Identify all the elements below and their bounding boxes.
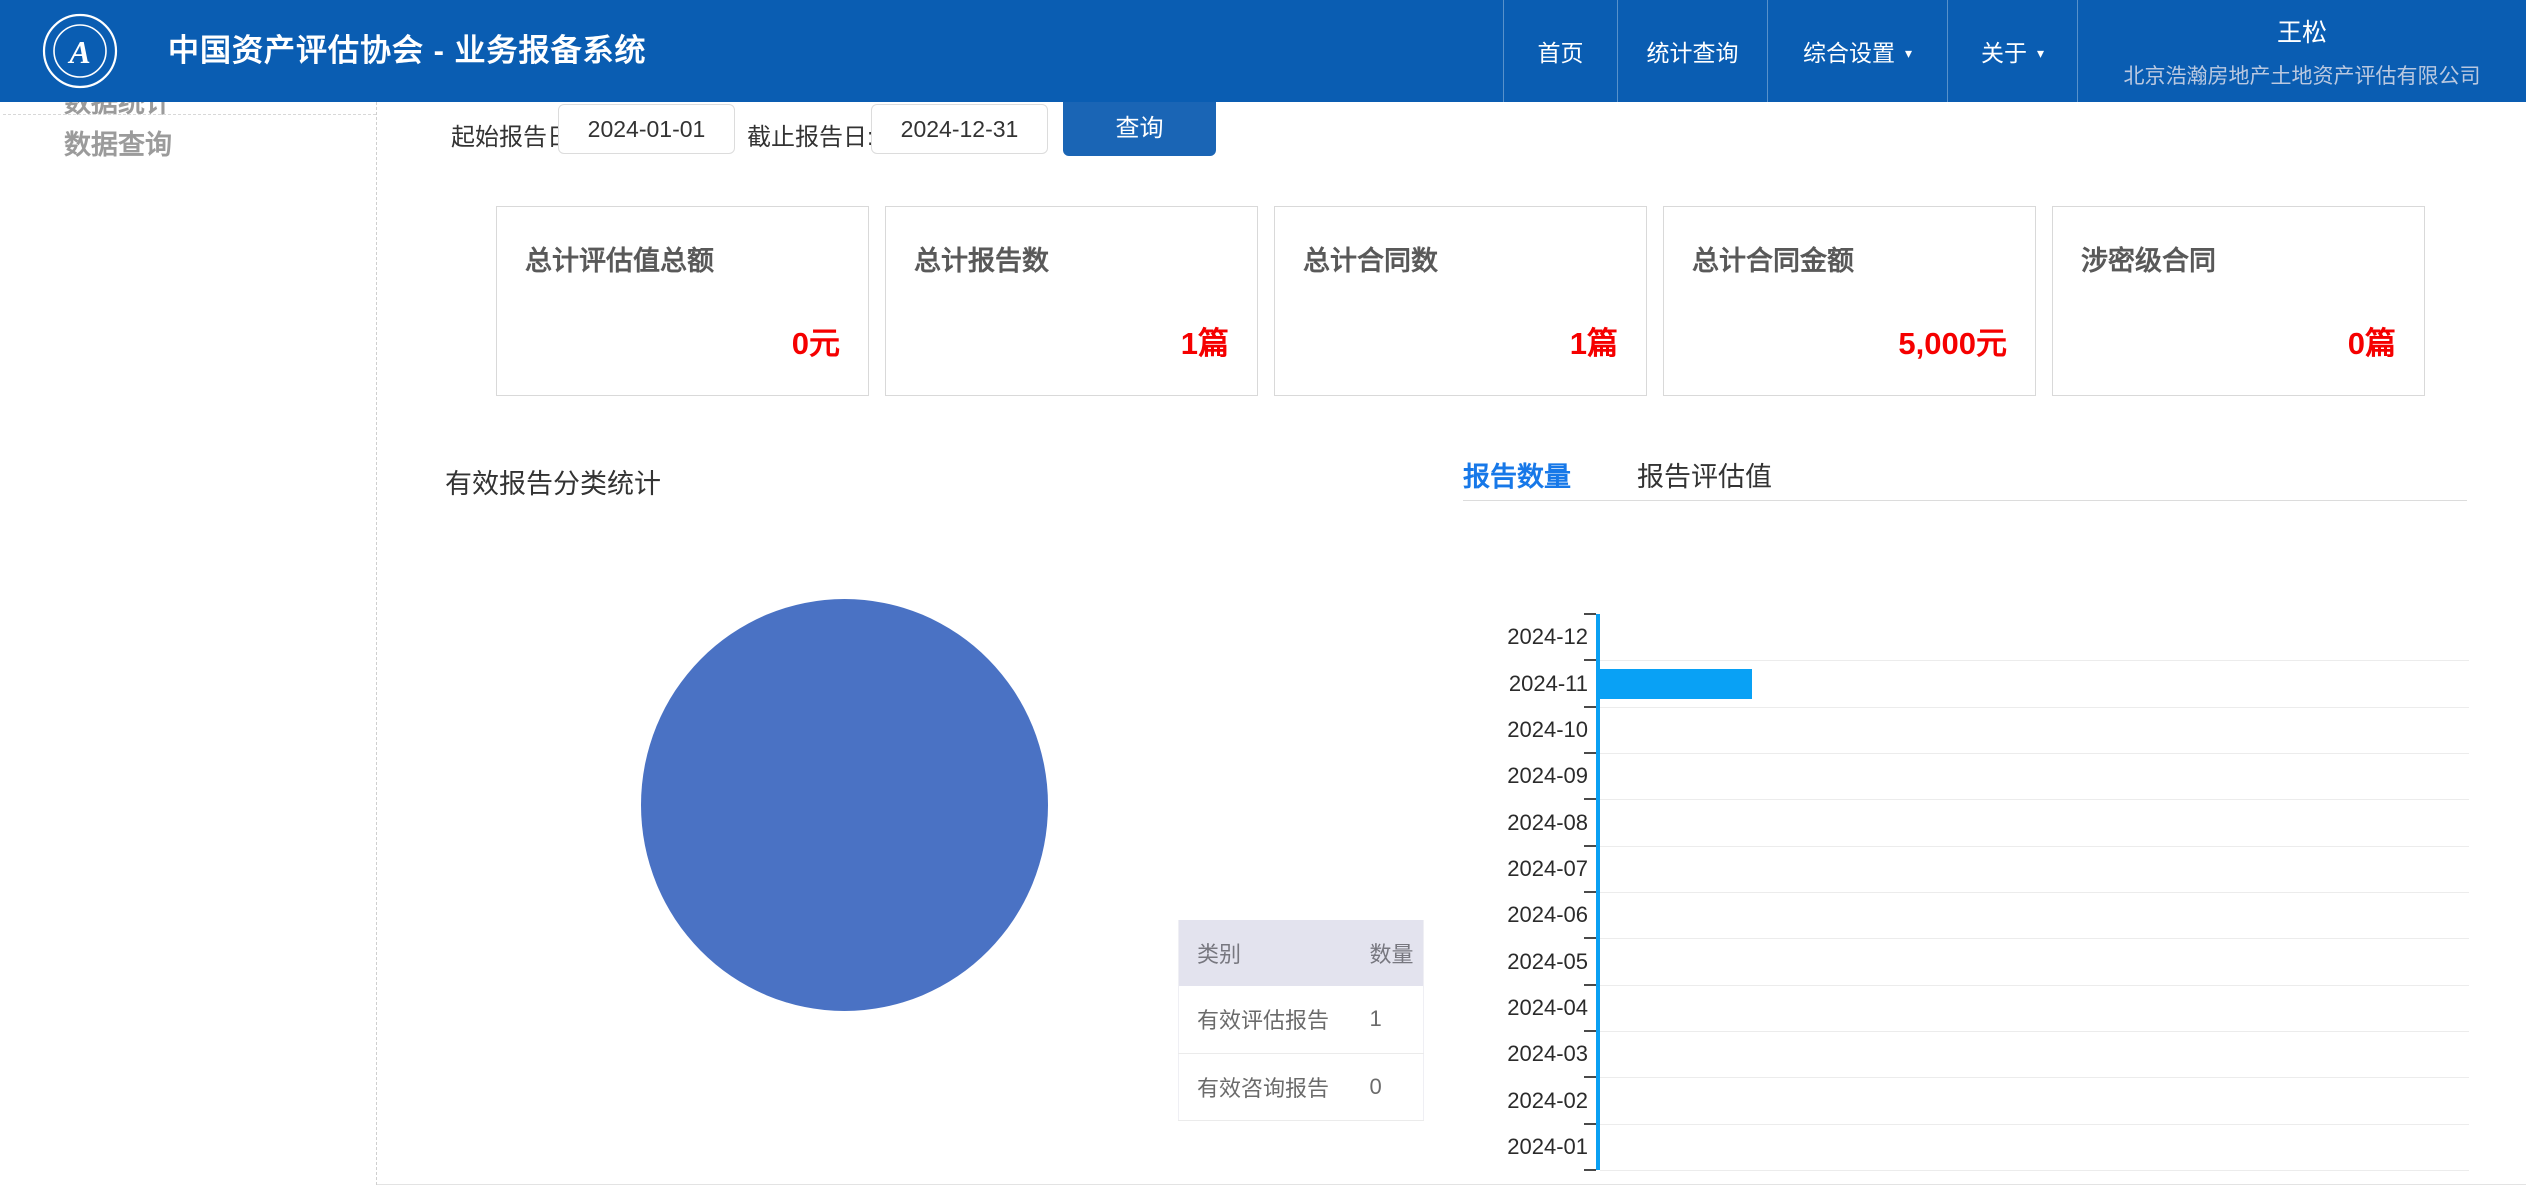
left-sidebar: 数据统计 数据查询 (0, 88, 377, 1185)
stat-card-total-appraisal-value: 总计评估值总额 0元 (496, 206, 869, 396)
stat-card-title: 总计评估值总额 (525, 246, 714, 276)
gridline (1600, 660, 2469, 662)
tab-report-count[interactable]: 报告数量 (1463, 455, 1571, 494)
bar-category-label: 2024-06 (1507, 902, 1588, 928)
top-navbar: A 中国资产评估协会 - 业务报备系统 首页 统计查询 综合设置 ▾ 关于 ▾ … (0, 0, 2526, 102)
table-header-row: 类别 数量 (1178, 920, 1424, 986)
stat-card-value: 5,000元 (1898, 326, 2007, 361)
bar-category-label: 2024-09 (1507, 763, 1588, 789)
nav-item-about[interactable]: 关于 ▾ (1947, 0, 2077, 102)
table-row: 有效评估报告 1 (1178, 986, 1424, 1054)
gridline (1600, 1170, 2469, 1171)
gridline (1600, 1031, 2469, 1032)
gridline (1600, 799, 2469, 801)
nav-item-about-label: 关于 (1980, 40, 2027, 66)
bar-category-label: 2024-07 (1507, 855, 1588, 881)
axis-tick (1584, 613, 1596, 615)
user-company: 北京浩瀚房地产土地资产评估有限公司 (2123, 64, 2481, 88)
stat-card-value: 1篇 (1569, 326, 1618, 361)
axis-tick (1584, 705, 1596, 708)
nav-menu: 首页 统计查询 综合设置 ▾ 关于 ▾ 王松 北京浩瀚房地产土地资产评估有限公司 (1503, 0, 2526, 102)
end-date-label: 截止报告日: (747, 124, 874, 151)
association-logo-icon: A (42, 13, 118, 89)
user-account-block[interactable]: 王松 北京浩瀚房地产土地资产评估有限公司 (2077, 0, 2526, 102)
bar-category-label: 2024-08 (1507, 809, 1588, 835)
start-date-input[interactable] (558, 104, 735, 154)
nav-item-home-label: 首页 (1537, 40, 1584, 66)
chevron-down-icon: ▾ (1904, 44, 1913, 61)
axis-tick (1584, 937, 1596, 940)
report-category-table: 类别 数量 有效评估报告 1 有效咨询报告 0 (1178, 920, 1424, 1121)
gridline (1600, 938, 2469, 940)
stat-card-value: 0篇 (2347, 326, 2396, 361)
svg-text:A: A (67, 34, 90, 70)
axis-tick (1584, 844, 1596, 847)
gridline (1600, 753, 2469, 754)
gridline (1600, 1077, 2469, 1079)
gridline (1600, 706, 2469, 708)
bar-category-label: 2024-02 (1507, 1087, 1588, 1113)
table-cell-quantity: 0 (1359, 1053, 1424, 1121)
stat-card-classified-contracts: 涉密级合同 0篇 (2052, 206, 2425, 396)
app-title: 中国资产评估协会 - 业务报备系统 (168, 33, 647, 68)
user-name: 王松 (2276, 18, 2327, 47)
gridline (1600, 845, 2469, 847)
axis-tick (1584, 659, 1596, 662)
bar-category-label: 2024-10 (1507, 716, 1588, 742)
axis-tick (1584, 752, 1596, 754)
bar-category-label: 2024-04 (1507, 994, 1588, 1020)
stat-card-value: 1篇 (1180, 326, 1229, 361)
stat-card-total-contract-amount: 总计合同金额 5,000元 (1663, 206, 2036, 396)
tab-report-appraisal-value[interactable]: 报告评估值 (1637, 455, 1772, 494)
report-category-pie-chart (641, 599, 1048, 1011)
axis-tick (1584, 891, 1596, 893)
stat-card-title: 总计报告数 (914, 246, 1049, 276)
nav-item-home[interactable]: 首页 (1503, 0, 1617, 102)
nav-item-statistics-query[interactable]: 统计查询 (1617, 0, 1767, 102)
bar-2024-11 (1600, 668, 1753, 699)
tabs-underline (1463, 500, 2467, 501)
pie-section-heading: 有效报告分类统计 (445, 469, 661, 499)
table-cell-category: 有效评估报告 (1178, 986, 1360, 1054)
table-header-quantity: 数量 (1359, 920, 1424, 986)
bar-category-label: 2024-05 (1507, 948, 1588, 974)
axis-tick (1584, 1030, 1596, 1032)
axis-tick (1584, 798, 1596, 801)
sidebar-item-data-query[interactable]: 数据查询 (64, 123, 172, 162)
axis-tick (1584, 1122, 1596, 1125)
gridline (1600, 984, 2469, 986)
table-cell-quantity: 1 (1359, 986, 1424, 1054)
axis-tick (1584, 1076, 1596, 1079)
gridline (1600, 1123, 2469, 1125)
table-row: 有效咨询报告 0 (1178, 1053, 1424, 1121)
gridline (1600, 892, 2469, 893)
sidebar-divider (3, 114, 376, 115)
table-cell-category: 有效咨询报告 (1178, 1053, 1360, 1121)
stat-card-total-reports: 总计报告数 1篇 (885, 206, 1258, 396)
bar-category-label: 2024-01 (1507, 1133, 1588, 1159)
stat-card-title: 总计合同金额 (1692, 246, 1854, 276)
nav-item-general-settings-label: 综合设置 (1802, 40, 1895, 66)
stat-card-value: 0元 (791, 326, 840, 361)
search-button[interactable]: 查询 (1063, 94, 1216, 156)
stat-card-title: 涉密级合同 (2081, 246, 2216, 276)
bar-category-label: 2024-11 (1508, 670, 1588, 696)
chevron-down-icon: ▾ (2036, 44, 2045, 61)
monthly-report-bar-chart: 2024-12 2024-11 2024-10 2024-09 2024-08 2024-… (1466, 613, 2470, 1171)
axis-tick (1584, 1169, 1596, 1171)
bar-category-label: 2024-12 (1507, 624, 1588, 650)
end-date-input[interactable] (871, 104, 1048, 154)
table-header-category: 类别 (1178, 920, 1360, 986)
nav-item-statistics-query-label: 统计查询 (1646, 40, 1739, 66)
bar-category-label: 2024-03 (1507, 1041, 1588, 1067)
nav-item-general-settings[interactable]: 综合设置 ▾ (1767, 0, 1947, 102)
stat-card-total-contracts: 总计合同数 1篇 (1274, 206, 1647, 396)
axis-tick (1584, 983, 1596, 986)
stat-card-title: 总计合同数 (1303, 246, 1438, 276)
